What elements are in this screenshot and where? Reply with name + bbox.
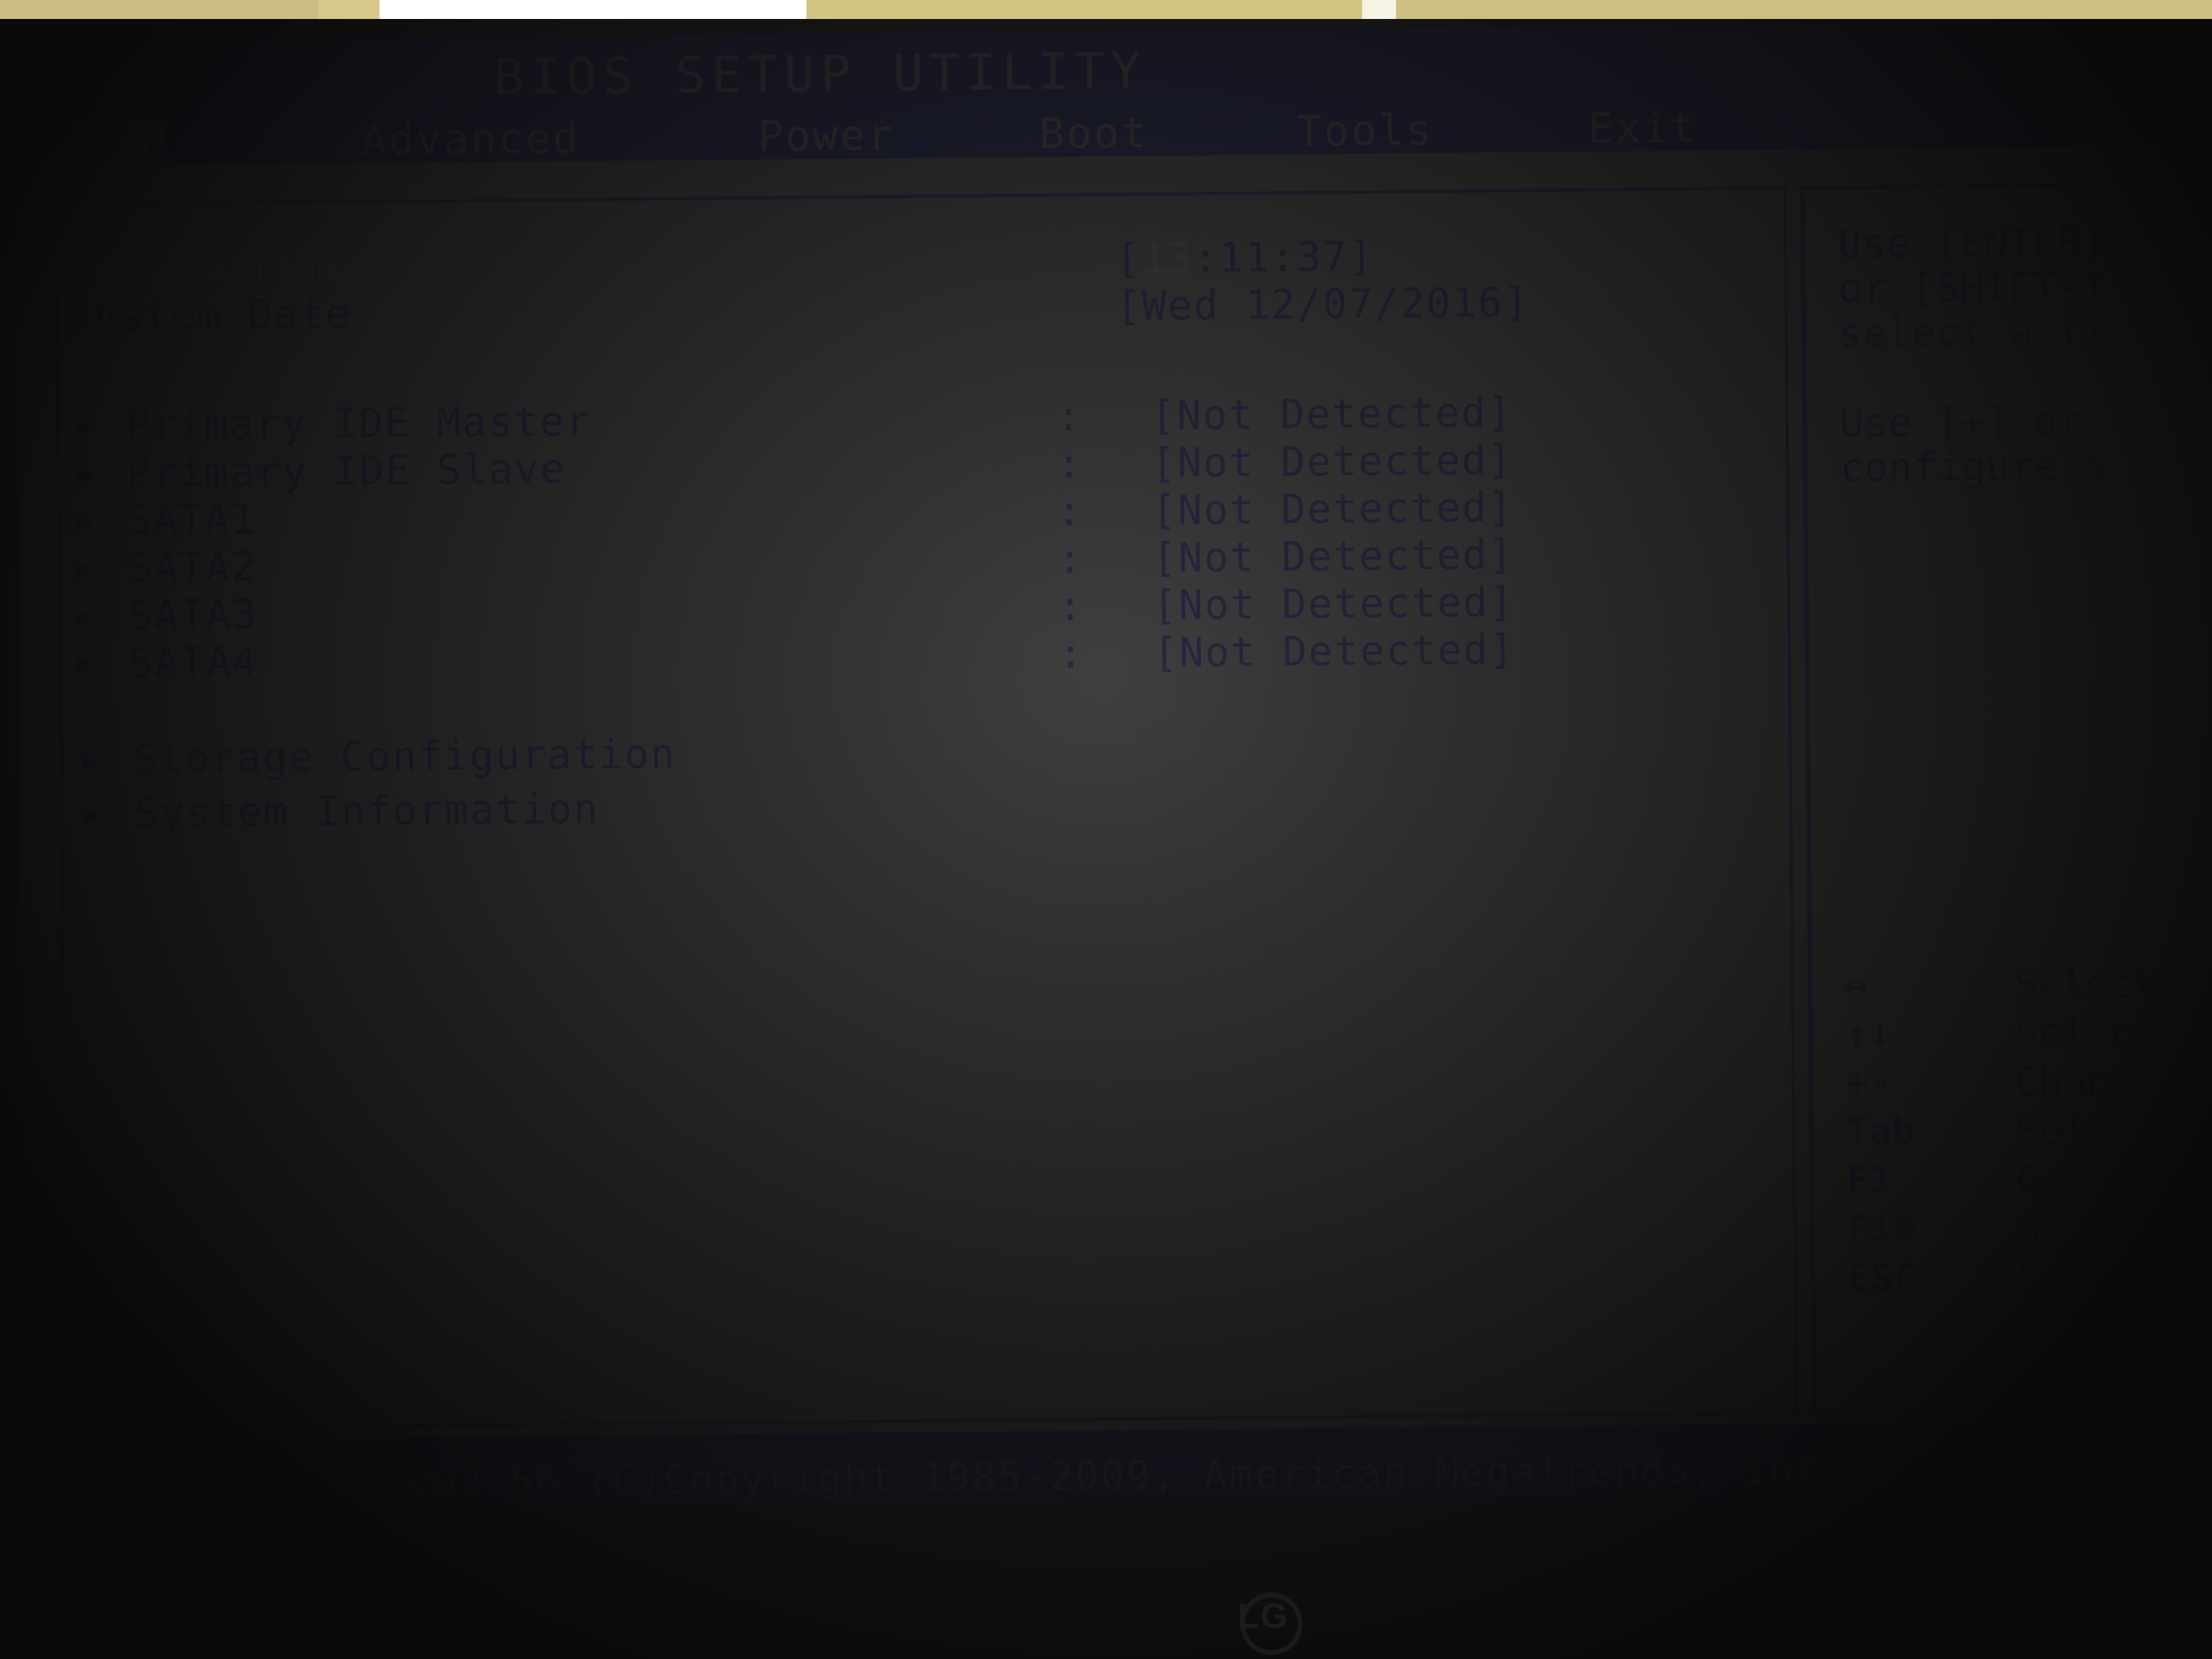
system-information-label: System Information bbox=[134, 785, 600, 838]
key-desc-left-right: Select bbox=[2014, 960, 2157, 1008]
sata2-label: SATA2 bbox=[127, 543, 258, 592]
sata1-value: [Not Detected] bbox=[1151, 483, 1514, 535]
sata1-separator: : bbox=[1057, 487, 1082, 536]
tab-exit[interactable]: Exit bbox=[1580, 102, 1706, 153]
primary-ide-slave-separator: : bbox=[1056, 440, 1082, 489]
help-line-4: Use [+] or bbox=[1839, 397, 2084, 447]
sata3-separator: : bbox=[1057, 582, 1083, 631]
sata4-separator: : bbox=[1058, 630, 1084, 678]
help-line-5: configure s bbox=[1839, 442, 2108, 491]
key-desc-up-down: Select bbox=[2014, 1008, 2158, 1057]
triangle-right-icon: ▶ bbox=[76, 597, 96, 635]
primary-ide-slave-value: [Not Detected] bbox=[1151, 436, 1514, 487]
primary-ide-slave-label: Primary IDE Slave bbox=[126, 445, 567, 497]
tab-advanced[interactable]: Advanced bbox=[353, 113, 588, 165]
key-desc-tab: Select bbox=[2015, 1106, 2158, 1154]
tab-tools[interactable]: Tools bbox=[1288, 105, 1441, 156]
main-settings-panel: System Time [13:11:37] System Date [Wed … bbox=[54, 186, 1799, 1431]
plus-minus-icon: +- bbox=[1845, 1061, 1892, 1106]
sata3-value: [Not Detected] bbox=[1152, 578, 1515, 630]
sata2-separator: : bbox=[1057, 535, 1082, 583]
sata3-label: SATA3 bbox=[127, 590, 258, 640]
sata4-label: SATA4 bbox=[128, 638, 258, 687]
key-desc-esc: Exit bbox=[2017, 1253, 2112, 1300]
system-time-label: System Time bbox=[66, 243, 351, 293]
system-date-value[interactable]: [Wed 12/07/2016] bbox=[1115, 279, 1530, 331]
row-storage-configuration[interactable]: ▶ Storage Configuration bbox=[63, 720, 1785, 783]
key-desc-plus-minus: Change bbox=[2015, 1057, 2158, 1105]
primary-ide-master-separator: : bbox=[1056, 392, 1081, 441]
key-desc-f10: Save a bbox=[2016, 1204, 2159, 1252]
system-date-label: System Date bbox=[66, 290, 352, 341]
lg-brand-logo: LG bbox=[1237, 1597, 1290, 1636]
system-time-value[interactable]: [13:11:37] bbox=[1115, 233, 1374, 283]
copyright-text: v02.58 (C)Copyright 1985-2009, American … bbox=[407, 1446, 1847, 1506]
primary-ide-master-value: [Not Detected] bbox=[1151, 388, 1513, 440]
triangle-right-icon: ▶ bbox=[75, 455, 95, 493]
tab-boot[interactable]: Boot bbox=[1031, 108, 1157, 159]
bios-screen: BIOS SETUP UTILITY Main Advanced Power B… bbox=[14, 20, 2212, 1513]
tab-power[interactable]: Power bbox=[750, 110, 903, 161]
triangle-right-icon: ▶ bbox=[81, 741, 102, 779]
row-system-information[interactable]: ▶ System Information bbox=[64, 774, 1786, 838]
help-line-3: select a fi bbox=[1838, 308, 2107, 357]
tab-key: Tab bbox=[1846, 1109, 1916, 1155]
help-line-1: Use [ENTER] bbox=[1837, 218, 2106, 268]
sata4-value: [Not Detected] bbox=[1153, 626, 1515, 677]
triangle-right-icon: ▶ bbox=[75, 502, 95, 540]
triangle-right-icon: ▶ bbox=[75, 407, 94, 445]
primary-ide-master-label: Primary IDE Master bbox=[126, 397, 592, 450]
key-desc-f1: Genera bbox=[2015, 1155, 2159, 1203]
help-line-2: or [SHIFT-T bbox=[1838, 263, 2107, 312]
photo-scene: BIOS SETUP UTILITY Main Advanced Power B… bbox=[0, 0, 2212, 1659]
triangle-right-icon: ▶ bbox=[77, 644, 96, 682]
help-panel: Use [ENTER] or [SHIFT-T select a fi Use … bbox=[1800, 181, 2212, 1414]
f10-key: F10 bbox=[1847, 1207, 1917, 1252]
triangle-right-icon: ▶ bbox=[76, 550, 96, 588]
left-right-arrow-icon: ↔ bbox=[1845, 963, 1868, 1008]
sata2-value: [Not Detected] bbox=[1152, 531, 1515, 582]
tab-main[interactable]: Main bbox=[40, 117, 167, 168]
system-time-hour: 13 bbox=[1141, 234, 1193, 283]
system-time-rest: :11:37] bbox=[1193, 232, 1374, 283]
page-title: BIOS SETUP UTILITY bbox=[493, 41, 1147, 107]
room-background bbox=[0, 0, 2212, 20]
f1-key: F1 bbox=[1846, 1158, 1893, 1204]
sata1-label: SATA1 bbox=[127, 495, 257, 545]
system-time-prefix: [ bbox=[1115, 235, 1142, 283]
storage-configuration-label: Storage Configuration bbox=[133, 730, 677, 783]
esc-key: ESC bbox=[1847, 1256, 1917, 1301]
triangle-right-icon: ▶ bbox=[82, 795, 102, 833]
up-down-arrow-icon: ↑↓ bbox=[1845, 1012, 1891, 1057]
